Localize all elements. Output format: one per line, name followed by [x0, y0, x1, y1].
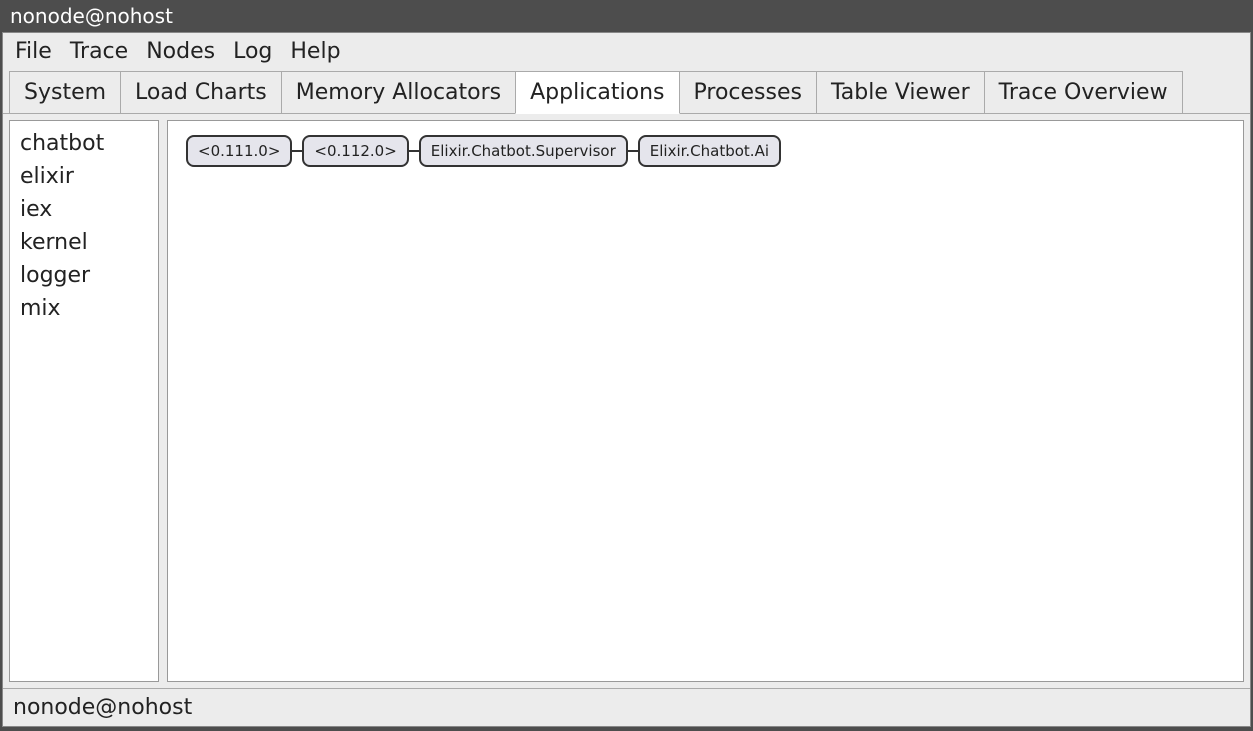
statusbar: nonode@nohost	[3, 688, 1250, 726]
tree-connector	[292, 150, 302, 152]
tab-system[interactable]: System	[9, 71, 121, 113]
process-tree-canvas[interactable]: <0.111.0> <0.112.0> Elixir.Chatbot.Super…	[167, 120, 1244, 682]
menu-nodes[interactable]: Nodes	[146, 39, 215, 64]
window-body: File Trace Nodes Log Help System Load Ch…	[2, 32, 1251, 727]
tab-memory-allocators[interactable]: Memory Allocators	[281, 71, 516, 113]
tab-bar: System Load Charts Memory Allocators App…	[3, 70, 1250, 114]
window-border-bottom	[0, 727, 1253, 731]
applications-list[interactable]: chatbot elixir iex kernel logger mix	[9, 120, 159, 682]
tree-connector	[628, 150, 638, 152]
titlebar: nonode@nohost	[0, 0, 1253, 32]
process-tree-row: <0.111.0> <0.112.0> Elixir.Chatbot.Super…	[168, 121, 1243, 181]
tab-trace-overview[interactable]: Trace Overview	[984, 71, 1183, 113]
process-node-supervisor[interactable]: Elixir.Chatbot.Supervisor	[419, 135, 628, 167]
app-item-elixir[interactable]: elixir	[18, 160, 150, 193]
menu-log[interactable]: Log	[233, 39, 272, 64]
app-item-kernel[interactable]: kernel	[18, 226, 150, 259]
app-item-chatbot[interactable]: chatbot	[18, 127, 150, 160]
tree-connector	[409, 150, 419, 152]
process-node-pid[interactable]: <0.112.0>	[302, 135, 408, 167]
tab-processes[interactable]: Processes	[679, 71, 817, 113]
window-title: nonode@nohost	[10, 4, 173, 28]
process-node-pid[interactable]: <0.111.0>	[186, 135, 292, 167]
app-item-mix[interactable]: mix	[18, 292, 150, 325]
content-area: chatbot elixir iex kernel logger mix <0.…	[3, 114, 1250, 688]
menu-trace[interactable]: Trace	[70, 39, 128, 64]
tab-table-viewer[interactable]: Table Viewer	[816, 71, 985, 113]
process-node-worker[interactable]: Elixir.Chatbot.Ai	[638, 135, 781, 167]
tab-applications[interactable]: Applications	[515, 71, 679, 114]
status-text: nonode@nohost	[13, 695, 192, 720]
menu-help[interactable]: Help	[290, 39, 340, 64]
app-item-logger[interactable]: logger	[18, 259, 150, 292]
menubar: File Trace Nodes Log Help	[3, 33, 1250, 70]
menu-file[interactable]: File	[15, 39, 52, 64]
app-item-iex[interactable]: iex	[18, 193, 150, 226]
tab-load-charts[interactable]: Load Charts	[120, 71, 282, 113]
